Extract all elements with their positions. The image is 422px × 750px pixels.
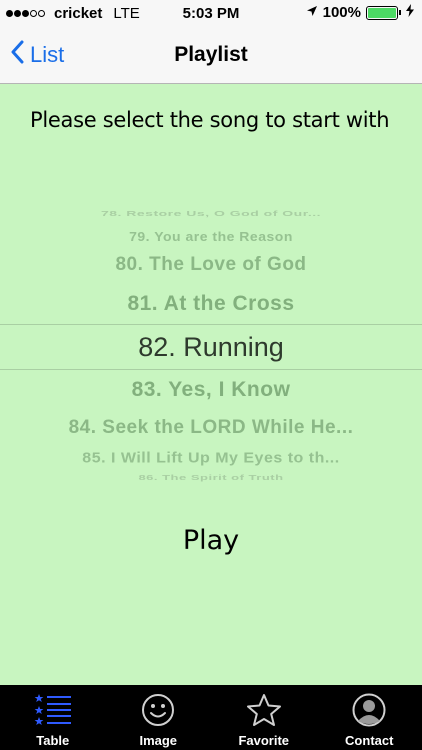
picker-item[interactable]: 80. The Love of God — [0, 254, 422, 277]
smiley-icon — [141, 692, 175, 728]
navigation-bar: List Playlist — [0, 28, 422, 84]
tab-label: Favorite — [238, 733, 290, 748]
play-button[interactable]: Play — [0, 525, 422, 556]
battery-icon — [366, 5, 398, 20]
picker-item[interactable]: 85. I Will Lift Up My Eyes to th... — [0, 450, 422, 467]
tab-contact[interactable]: Contact — [317, 685, 422, 750]
charging-bolt-icon — [406, 4, 414, 21]
tab-table[interactable]: Table — [0, 685, 106, 750]
tab-label: Image — [139, 733, 178, 748]
back-button-label: List — [30, 42, 65, 67]
picker-item-selected[interactable]: 82. Running — [0, 331, 422, 363]
list-icon — [33, 692, 73, 728]
status-right: 100% — [306, 4, 414, 21]
picker-selection-line — [0, 369, 422, 370]
location-arrow-icon — [306, 4, 318, 21]
song-picker[interactable]: 78. Restore Us, O God of Our... 79. You a… — [0, 195, 422, 490]
tab-bar: Table Image Favorite Contact — [0, 685, 422, 750]
tab-favorite[interactable]: Favorite — [211, 685, 317, 750]
picker-item[interactable]: 84. Seek the LORD While He... — [0, 417, 422, 440]
instruction-text: Please select the song to start with — [30, 108, 390, 132]
back-button[interactable]: List — [10, 40, 64, 70]
picker-item[interactable]: 86. The Spirit of Truth — [0, 474, 422, 483]
picker-item[interactable]: 79. You are the Reason — [0, 228, 422, 244]
battery-tip — [399, 10, 401, 15]
picker-item[interactable]: 81. At the Cross — [0, 291, 422, 316]
status-bar: cricket LTE 5:03 PM 100% — [0, 0, 422, 28]
battery-percent: 100% — [322, 4, 361, 21]
chevron-left-icon — [10, 40, 30, 70]
picker-selection-line — [0, 324, 422, 325]
tab-label: Table — [36, 733, 70, 748]
tab-label: Contact — [345, 733, 394, 748]
picker-item[interactable]: 83. Yes, I Know — [0, 377, 422, 402]
picker-item[interactable]: 78. Restore Us, O God of Our... — [0, 208, 422, 217]
star-icon — [246, 692, 282, 728]
tab-image[interactable]: Image — [106, 685, 212, 750]
person-icon — [352, 692, 386, 728]
